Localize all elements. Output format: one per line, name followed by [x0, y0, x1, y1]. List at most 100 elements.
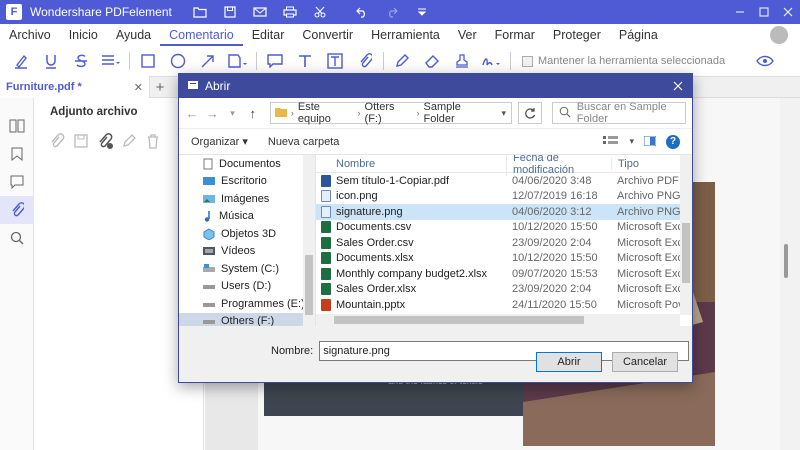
nav-others-drive[interactable]: Others (F:) — [179, 312, 315, 326]
forward-icon[interactable]: → — [205, 106, 219, 121]
file-row[interactable]: Sales Order.csv 23/09/2020 2:04 Microsoft … — [316, 235, 692, 251]
pencil-icon[interactable] — [387, 46, 417, 76]
close-tab-icon[interactable]: ✕ — [134, 81, 143, 94]
print-icon[interactable] — [278, 0, 302, 24]
document-scrollbar-thumb[interactable] — [784, 244, 788, 278]
view-options-icon[interactable] — [603, 135, 619, 149]
file-row[interactable]: Mountain.pptx 24/11/2020 15:50 Microsoft P… — [316, 297, 692, 313]
open-button[interactable]: Abrir — [536, 352, 602, 372]
underline-icon[interactable] — [36, 46, 66, 76]
nav-programmes-drive[interactable]: Programmes (E:) — [179, 295, 315, 313]
file-row[interactable]: Monthly company budget2.xlsx 09/07/2020 1… — [316, 266, 692, 282]
breadcrumb-folder[interactable]: Sample Folder — [424, 101, 493, 125]
nav-scrollbar-thumb[interactable] — [305, 255, 313, 315]
up-icon[interactable]: ↑ — [246, 106, 260, 121]
nav-videos[interactable]: Vídeos — [179, 243, 315, 261]
signature-dropdown-icon[interactable] — [477, 46, 507, 76]
redo-icon[interactable] — [380, 0, 404, 24]
menu-ver[interactable]: Ver — [449, 24, 486, 46]
nav-desktop[interactable]: Escritorio — [179, 173, 315, 191]
file-row[interactable]: icon.png 12/07/2019 16:18 Archivo PNG — [316, 189, 692, 205]
back-icon[interactable]: ← — [185, 106, 199, 121]
attachment-tool-icon[interactable] — [350, 46, 380, 76]
column-date[interactable]: Fecha de modificación — [506, 155, 611, 176]
menu-ayuda[interactable]: Ayuda — [107, 24, 160, 46]
eye-icon[interactable] — [750, 46, 780, 76]
file-list-scrollbar[interactable] — [680, 155, 692, 315]
menu-comentario[interactable]: Comentario — [160, 24, 243, 46]
address-dropdown-icon[interactable]: ▾ — [496, 108, 511, 119]
attach-file-icon[interactable] — [96, 132, 114, 153]
file-list-scrollbar-thumb[interactable] — [682, 223, 690, 283]
cancel-button[interactable]: Cancelar — [612, 352, 678, 372]
file-list-hscrollbar-thumb[interactable] — [334, 316, 584, 324]
recent-locations-icon[interactable]: ▾ — [225, 108, 239, 119]
attachments-panel-icon[interactable] — [0, 196, 34, 224]
file-row[interactable]: Documents.csv 10/12/2020 15:50 Microsoft E… — [316, 220, 692, 236]
document-scrollbar[interactable] — [780, 98, 800, 450]
nav-scrollbar[interactable] — [303, 155, 315, 326]
menu-inicio[interactable]: Inicio — [60, 24, 107, 46]
breadcrumb-drive[interactable]: Otters (F:) — [365, 101, 413, 125]
refresh-icon[interactable] — [518, 102, 542, 124]
file-row[interactable]: Sem título-1-Copiar.pdf 04/06/2020 3:48 Ar… — [316, 173, 692, 189]
document-tab[interactable]: Furniture.pdf * ✕ — [0, 76, 150, 98]
nav-pictures[interactable]: Imágenes — [179, 190, 315, 208]
file-row[interactable]: Documents.xlsx 10/12/2020 15:50 Microsoft … — [316, 251, 692, 267]
menu-proteger[interactable]: Proteger — [544, 24, 610, 46]
new-folder-button[interactable]: Nueva carpeta — [268, 136, 340, 148]
edit-attachment-icon[interactable] — [120, 132, 138, 153]
area-highlight-dropdown-icon[interactable] — [96, 46, 126, 76]
file-list-hscrollbar[interactable] — [316, 314, 680, 326]
add-tab-button[interactable]: + — [150, 79, 170, 96]
quick-access-dropdown-icon[interactable] — [410, 0, 434, 24]
menu-convertir[interactable]: Convertir — [293, 24, 362, 46]
strikethrough-icon[interactable] — [66, 46, 96, 76]
file-row[interactable]: Sales Order.xlsx 23/09/2020 2:04 Microsoft… — [316, 282, 692, 298]
typewriter-icon[interactable] — [290, 46, 320, 76]
search-icon[interactable] — [0, 224, 34, 252]
file-row-selected[interactable]: signature.png 04/06/2020 3:12 Archivo PNG — [316, 204, 692, 220]
menu-pagina[interactable]: Página — [610, 24, 667, 46]
menu-formar[interactable]: Formar — [486, 24, 544, 46]
close-window-icon[interactable] — [776, 0, 800, 24]
text-box-icon[interactable] — [320, 46, 350, 76]
save-attachment-icon[interactable] — [72, 132, 90, 153]
cut-icon[interactable] — [308, 0, 332, 24]
nav-music[interactable]: Música — [179, 208, 315, 226]
undo-icon[interactable] — [350, 0, 374, 24]
rectangle-icon[interactable] — [133, 46, 163, 76]
keep-tool-checkbox[interactable] — [522, 55, 533, 67]
menu-editar[interactable]: Editar — [243, 24, 294, 46]
preview-pane-icon[interactable] — [643, 135, 657, 149]
oval-icon[interactable] — [163, 46, 193, 76]
nav-3d-objects[interactable]: Objetos 3D — [179, 225, 315, 243]
thumbnails-icon[interactable] — [0, 112, 34, 140]
avatar[interactable] — [770, 26, 788, 44]
search-field[interactable]: Buscar en Sample Folder — [551, 101, 686, 125]
add-attachment-icon[interactable] — [48, 132, 66, 153]
organize-button[interactable]: Organizar ▾ — [191, 135, 248, 148]
sticky-note-icon[interactable] — [260, 46, 290, 76]
arrow-icon[interactable] — [193, 46, 223, 76]
nav-users-drive[interactable]: Users (D:) — [179, 278, 315, 296]
keep-tool-selected[interactable]: Mantener la herramienta seleccionada — [522, 55, 725, 67]
column-name[interactable]: Nombre — [316, 158, 506, 170]
comments-icon[interactable] — [0, 168, 34, 196]
nav-system-drive[interactable]: System (C:) — [179, 260, 315, 278]
help-icon[interactable]: ? — [666, 134, 680, 149]
dialog-close-icon[interactable] — [664, 74, 692, 98]
save-icon[interactable] — [218, 0, 242, 24]
shapes-dropdown-icon[interactable] — [223, 46, 253, 76]
bookmark-icon[interactable] — [0, 140, 34, 168]
highlight-icon[interactable] — [6, 46, 36, 76]
view-dropdown-icon[interactable]: ▾ — [629, 136, 634, 147]
menu-herramienta[interactable]: Herramienta — [362, 24, 449, 46]
address-bar[interactable]: › Este equipo › Otters (F:) › Sample Fol… — [269, 101, 513, 125]
open-folder-icon[interactable] — [188, 0, 212, 24]
mail-icon[interactable] — [248, 0, 272, 24]
stamp-icon[interactable] — [447, 46, 477, 76]
maximize-icon[interactable] — [752, 0, 776, 24]
delete-attachment-icon[interactable] — [144, 132, 162, 153]
nav-documents[interactable]: Documentos — [179, 155, 315, 173]
